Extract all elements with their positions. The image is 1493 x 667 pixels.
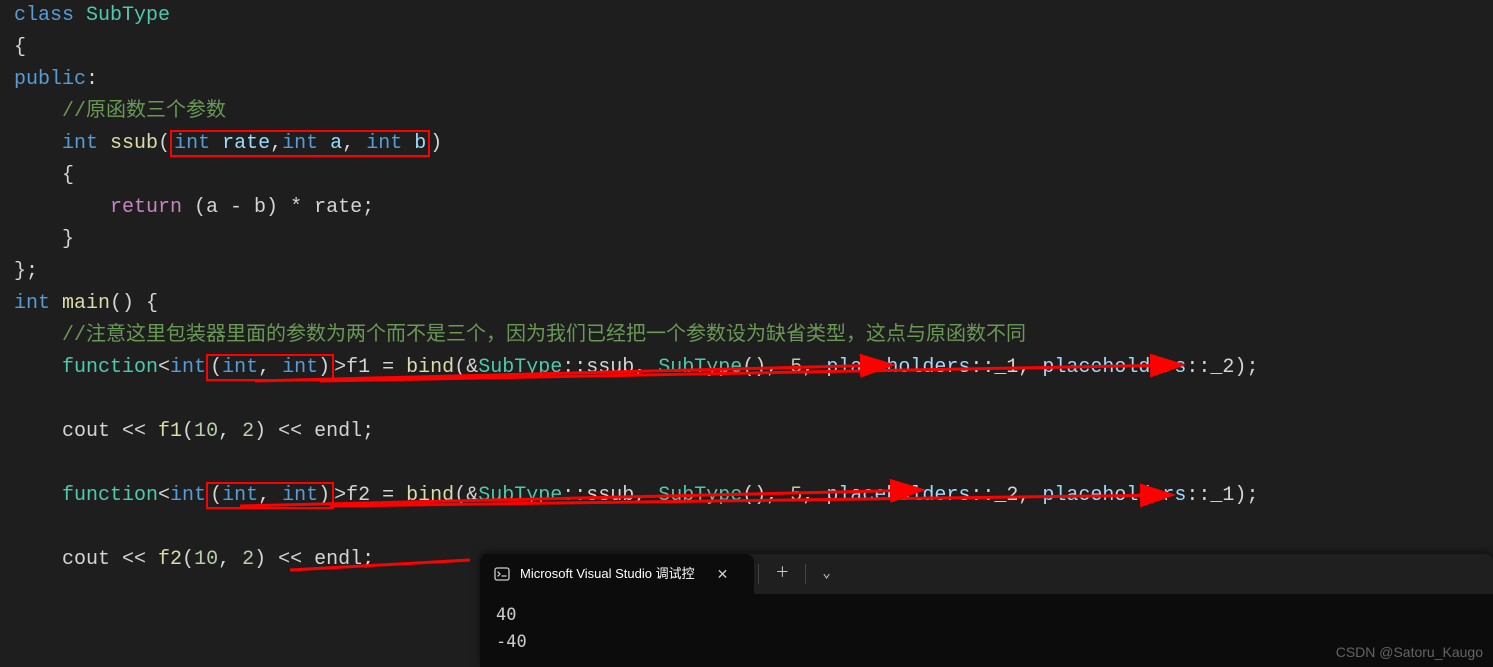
output-line: -40 [496,629,1477,656]
brace: { [14,160,1493,192]
brace: { [14,32,1493,64]
terminal-tabbar: Microsoft Visual Studio 调试控 ✕ ＋ ⌄ [480,554,1493,594]
main-sig: () { [110,292,158,315]
fn-main: main [62,292,110,315]
comment: //原函数三个参数 [62,100,226,123]
terminal-tab-title: Microsoft Visual Studio 调试控 [520,564,695,585]
terminal-icon [494,566,510,582]
std-function: function [62,356,158,379]
chevron-down-icon[interactable]: ⌄ [810,557,842,591]
type-int: int [62,132,98,155]
new-tab-button[interactable]: ＋ [763,557,801,591]
comment: //注意这里包装器里面的参数为两个而不是三个，因为我们已经把一个参数设为缺省类型… [62,324,1026,347]
keyword-public: public [14,68,86,91]
terminal-tab[interactable]: Microsoft Visual Studio 调试控 ✕ [480,554,754,594]
std-function: function [62,484,158,507]
keyword-return: return [110,196,182,219]
template-args-box: (int, int) [206,354,334,381]
close-icon[interactable]: ✕ [705,557,741,591]
keyword-class: class [14,4,74,27]
class-name: SubType [86,4,170,27]
brace: } [14,224,1493,256]
class-end: }; [14,256,1493,288]
fn-ssub: ssub [110,132,158,155]
expr: (a - b) * rate; [194,196,374,219]
output-line: 40 [496,602,1477,629]
colon: : [86,68,98,91]
cout: cout << [62,548,158,571]
template-args-box: (int, int) [206,482,334,509]
cout: cout << [62,420,158,443]
code-editor[interactable]: class SubType { public: //原函数三个参数 int ss… [0,0,1493,576]
param-highlight-box: int rate,int a, int b [170,130,430,157]
fn-bind: bind [406,356,454,379]
fn-bind: bind [406,484,454,507]
var-f1: f1 = [346,356,406,379]
type-int: int [14,292,50,315]
var-f2: f2 = [346,484,406,507]
watermark: CSDN @Satoru_Kaugo [1336,641,1483,663]
